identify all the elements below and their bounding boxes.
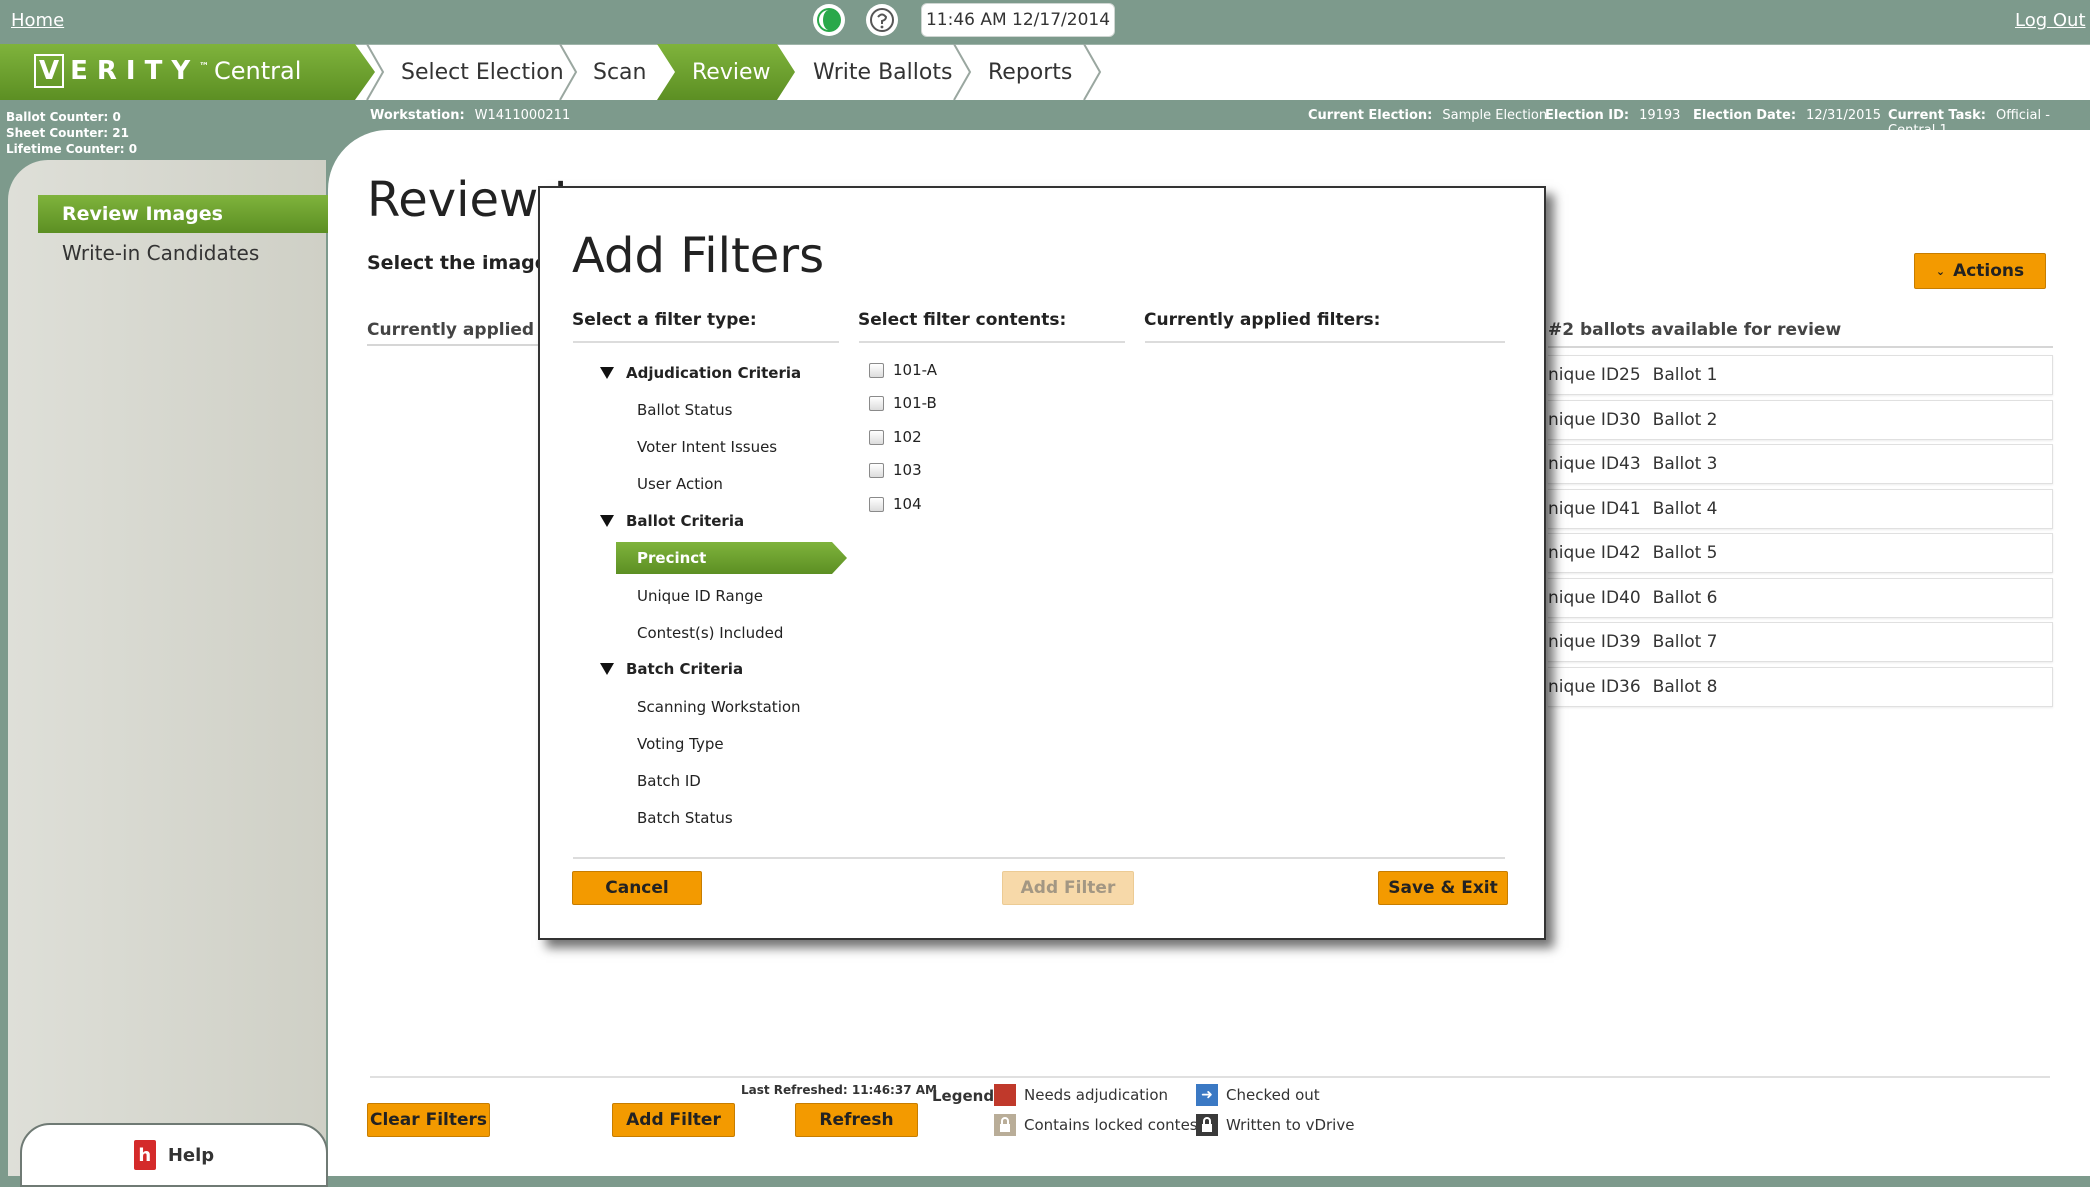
precinct-option[interactable]: 103 — [869, 461, 922, 479]
divider — [859, 341, 1125, 343]
tree-item-user-action[interactable]: User Action — [637, 475, 723, 493]
dialog-title: Add Filters — [572, 228, 825, 284]
precinct-option[interactable]: 104 — [869, 495, 922, 513]
checkbox[interactable] — [869, 496, 884, 512]
tree-item-scanning-workstation[interactable]: Scanning Workstation — [637, 698, 801, 716]
tree-group-batch-criteria[interactable]: Batch Criteria — [600, 660, 743, 678]
divider — [573, 341, 839, 343]
divider — [573, 857, 1505, 859]
checkbox[interactable] — [869, 429, 884, 445]
precinct-option[interactable]: 101-A — [869, 361, 937, 379]
tree-item-precinct[interactable]: Precinct — [616, 542, 847, 574]
tree-item-ballot-status[interactable]: Ballot Status — [637, 401, 732, 419]
tree-group-ballot-criteria[interactable]: Ballot Criteria — [600, 512, 744, 530]
expand-triangle-icon — [600, 515, 614, 527]
tree-item-batch-id[interactable]: Batch ID — [637, 772, 701, 790]
save-exit-button[interactable]: Save & Exit — [1378, 871, 1508, 905]
tree-item-batch-status[interactable]: Batch Status — [637, 809, 733, 827]
tree-item-contests-included[interactable]: Contest(s) Included — [637, 624, 783, 642]
tree-item-voter-intent-issues[interactable]: Voter Intent Issues — [637, 438, 777, 456]
precinct-option[interactable]: 102 — [869, 428, 922, 446]
dialog-add-filter-button[interactable]: Add Filter — [1002, 871, 1134, 905]
precinct-option[interactable]: 101-B — [869, 394, 937, 412]
checkbox[interactable] — [869, 395, 884, 411]
tree-group-adjudication-criteria[interactable]: Adjudication Criteria — [600, 364, 801, 382]
filter-type-heading: Select a filter type: — [572, 310, 757, 330]
divider — [1145, 341, 1505, 343]
applied-filters-dialog-heading: Currently applied filters: — [1144, 310, 1381, 330]
cancel-button[interactable]: Cancel — [572, 871, 702, 905]
expand-triangle-icon — [600, 663, 614, 675]
tree-item-unique-id-range[interactable]: Unique ID Range — [637, 587, 763, 605]
tree-item-voting-type[interactable]: Voting Type — [637, 735, 724, 753]
filter-contents-heading: Select filter contents: — [858, 310, 1067, 330]
expand-triangle-icon — [600, 367, 614, 379]
checkbox[interactable] — [869, 462, 884, 478]
checkbox[interactable] — [869, 362, 884, 378]
